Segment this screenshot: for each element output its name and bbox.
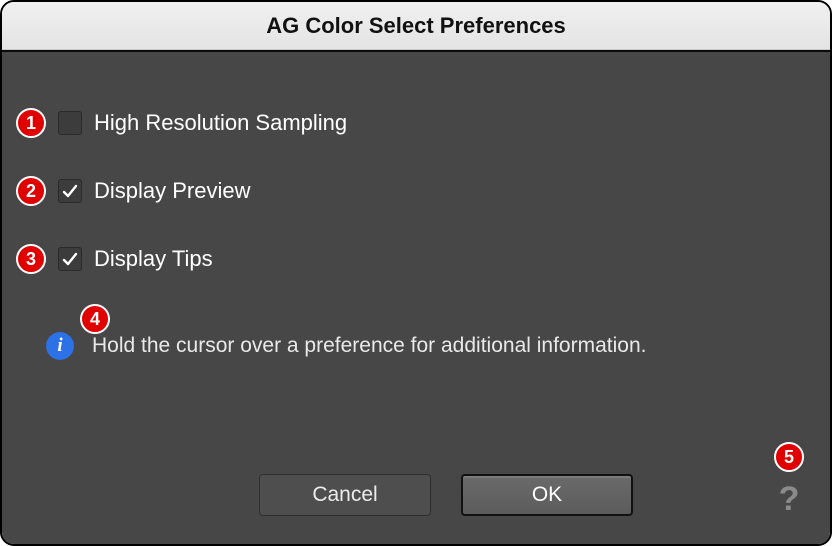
content-area: 1 High Resolution Sampling 2 Display Pre… — [2, 50, 830, 544]
window-title: AG Color Select Preferences — [266, 13, 566, 39]
checkbox-display-preview[interactable] — [58, 179, 82, 203]
tip-text: Hold the cursor over a preference for ad… — [92, 334, 646, 358]
cancel-button[interactable]: Cancel — [259, 474, 431, 516]
option-row-display-preview: 2 Display Preview — [16, 176, 251, 206]
help-icon[interactable]: ? — [779, 482, 800, 516]
label-high-resolution-sampling: High Resolution Sampling — [94, 110, 347, 136]
option-row-display-tips: 3 Display Tips — [16, 244, 213, 274]
annotation-marker-5: 5 — [774, 442, 804, 472]
info-icon: i — [46, 332, 74, 360]
option-row-high-resolution-sampling: 1 High Resolution Sampling — [16, 108, 347, 138]
annotation-marker-2: 2 — [16, 176, 46, 206]
annotation-marker-3: 3 — [16, 244, 46, 274]
button-row: Cancel OK — [2, 474, 830, 516]
label-display-tips: Display Tips — [94, 246, 213, 272]
ok-button-label: OK — [532, 483, 562, 507]
cancel-button-label: Cancel — [312, 483, 377, 507]
checkbox-high-resolution-sampling[interactable] — [58, 111, 82, 135]
annotation-marker-1: 1 — [16, 108, 46, 138]
checkbox-display-tips[interactable] — [58, 247, 82, 271]
annotation-marker-4: 4 — [80, 304, 110, 334]
preferences-window: AG Color Select Preferences 1 High Resol… — [0, 0, 832, 546]
titlebar: AG Color Select Preferences — [2, 2, 830, 50]
help-area: 5 ? — [774, 442, 804, 516]
tip-row: i Hold the cursor over a preference for … — [46, 332, 646, 360]
ok-button[interactable]: OK — [461, 474, 633, 516]
label-display-preview: Display Preview — [94, 178, 251, 204]
